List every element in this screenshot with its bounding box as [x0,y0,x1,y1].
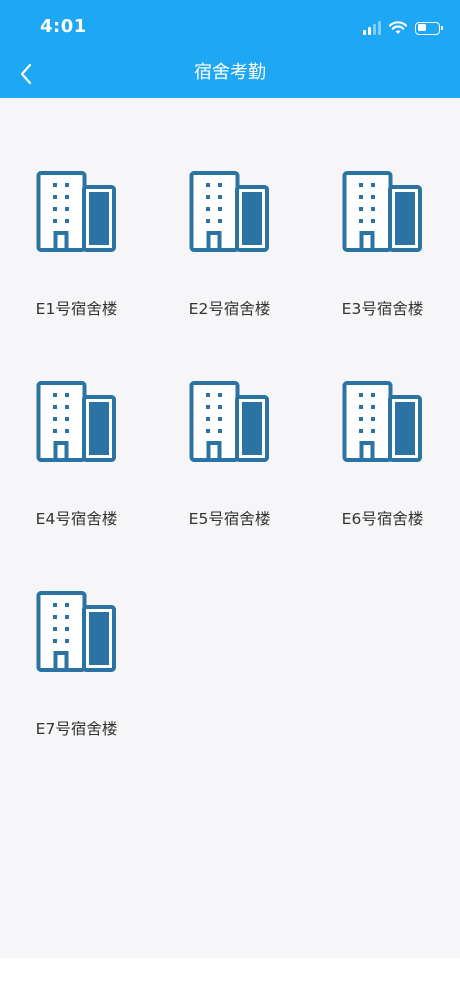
building-icon [189,171,269,252]
building-tile-e4[interactable]: E4号宿舍楼 [0,380,153,590]
building-tile-e1[interactable]: E1号宿舍楼 [0,170,153,380]
building-label: E4号宿舍楼 [35,510,118,528]
building-icon [36,591,116,672]
building-icon [36,171,116,252]
building-label: E2号宿舍楼 [188,300,271,318]
page-title: 宿舍考勤 [194,62,266,83]
building-label: E5号宿舍楼 [188,510,271,528]
building-tile-e2[interactable]: E2号宿舍楼 [153,170,306,380]
top-bar: 4:01 宿舍考勤 [0,0,460,98]
status-icons [363,19,443,37]
content-area: E1号宿舍楼 E2号宿舍楼 E3号宿舍楼 E4号宿舍楼 E5号宿舍楼 E6号宿舍… [0,98,460,958]
signal-icon [363,21,381,35]
building-label: E7号宿舍楼 [35,720,118,738]
building-tile-e3[interactable]: E3号宿舍楼 [306,170,459,380]
building-label: E1号宿舍楼 [35,300,118,318]
building-label: E3号宿舍楼 [341,300,424,318]
screen: 4:01 宿舍考勤 E1号宿舍楼 E2号宿舍楼 E3号宿舍楼 E4号宿舍楼 E5… [0,0,460,996]
status-time: 4:01 [40,16,87,37]
building-label: E6号宿舍楼 [341,510,424,528]
battery-icon [415,21,443,35]
building-grid: E1号宿舍楼 E2号宿舍楼 E3号宿舍楼 E4号宿舍楼 E5号宿舍楼 E6号宿舍… [0,170,460,800]
building-icon [342,381,422,462]
building-tile-e6[interactable]: E6号宿舍楼 [306,380,459,590]
building-tile-e5[interactable]: E5号宿舍楼 [153,380,306,590]
building-tile-e7[interactable]: E7号宿舍楼 [0,590,153,800]
wifi-icon [389,21,407,34]
building-icon [189,381,269,462]
building-icon [342,171,422,252]
building-icon [36,381,116,462]
